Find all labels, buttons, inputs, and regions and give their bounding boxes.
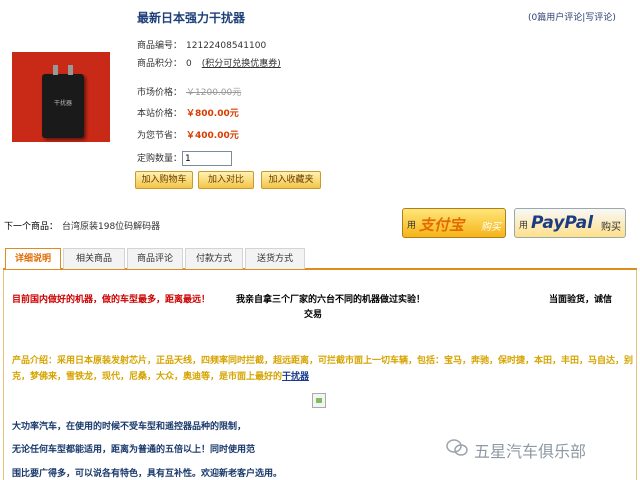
- add-to-favorites-button[interactable]: 加入收藏夹: [261, 171, 321, 189]
- quantity-row: 定购数量：: [137, 151, 233, 166]
- points-value: 0: [186, 59, 192, 69]
- product-code-label: 商品编号：: [137, 41, 183, 51]
- next-product-link[interactable]: 台湾原装198位码解码器: [62, 219, 160, 232]
- savings-label: 为您节省：: [137, 131, 183, 141]
- tab-details[interactable]: 详细说明: [5, 248, 61, 269]
- product-code-value: 12122408541100: [186, 41, 267, 51]
- review-links: (0篇用户评论|写评论): [528, 10, 616, 23]
- quantity-label: 定购数量：: [137, 154, 183, 164]
- alipay-prefix: 用: [407, 221, 417, 231]
- headline-trade: 交易: [304, 310, 323, 320]
- wechat-icon: [446, 439, 468, 457]
- points-coupon-link[interactable]: (积分可兑换优惠券): [202, 59, 281, 69]
- market-price-label: 市场价格：: [137, 88, 183, 98]
- add-to-compare-button[interactable]: 加入对比: [198, 171, 254, 189]
- plug-prong: [68, 65, 73, 75]
- tab-related-products[interactable]: 相关商品: [63, 248, 125, 269]
- tab-reviews[interactable]: 商品评论: [127, 248, 183, 269]
- site-price-value: ￥800.00元: [186, 109, 239, 119]
- alipay-buy-button[interactable]: 用 支付宝 购买: [402, 208, 506, 238]
- add-to-cart-button[interactable]: 加入购物车: [135, 171, 193, 189]
- product-intro: 产品介绍：采用日本原装发射芯片，正品天线，四频率同时拦截，超远距离，可拦截市面上…: [12, 353, 636, 385]
- tab-shipping[interactable]: 送货方式: [245, 248, 305, 269]
- watermark: 五星汽车俱乐部: [446, 436, 636, 462]
- site-price-label: 本站价格：: [137, 109, 183, 119]
- plug-prong: [53, 65, 58, 75]
- paypal-suffix: 购买: [601, 222, 621, 233]
- quantity-input[interactable]: [182, 151, 233, 166]
- write-review-link[interactable]: 写评论: [585, 13, 612, 23]
- site-price-row: 本站价格： ￥800.00元: [137, 106, 239, 119]
- jammer-link[interactable]: 干扰器: [282, 372, 309, 382]
- headline-experiment: 我亲自拿三个厂家的六台不同的机器做过实验！: [236, 295, 426, 305]
- alipay-suffix: 购买: [481, 222, 501, 233]
- next-product-label: 下一个商品：: [4, 222, 59, 232]
- jammer-device: 干扰器: [42, 65, 84, 138]
- paren-close: ): [612, 13, 616, 23]
- detail-tabs: 详细说明 相关商品 商品评论 付款方式 送货方式: [3, 248, 637, 270]
- product-code-row: 商品编号： 12122408541100: [137, 38, 266, 51]
- product-title: 最新日本强力干扰器: [137, 11, 246, 25]
- paypal-prefix: 用: [519, 221, 529, 231]
- paypal-logo: PayPal: [531, 213, 594, 233]
- description-line-1: 大功率汽车，在使用的时候不受车型和遥控器品种的限制，: [12, 422, 247, 432]
- headline: 目前国内做好的机器，做的车型最多，距离最远！: [12, 295, 211, 305]
- device-label: 干扰器: [53, 100, 72, 107]
- description-line-2: 无论任何车型都能适用，距离为普通的五倍以上！同时使用范: [12, 445, 256, 455]
- watermark-text: 五星汽车俱乐部: [474, 442, 587, 461]
- savings-value: ￥400.00元: [186, 131, 239, 141]
- market-price-value: ￥1200.00元: [186, 88, 242, 98]
- savings-row: 为您节省： ￥400.00元: [137, 128, 239, 141]
- product-intro-text: 产品介绍：采用日本原装发射芯片，正品天线，四频率同时拦截，超远距离，可拦截市面上…: [12, 356, 634, 382]
- product-image: 干扰器: [12, 52, 110, 142]
- alipay-logo: 支付宝: [419, 216, 465, 234]
- headline-aside: 当面验货，诚信: [549, 295, 613, 305]
- paypal-buy-button[interactable]: 用 PayPal 购买: [514, 208, 626, 238]
- market-price-row: 市场价格： ￥1200.00元: [137, 85, 241, 98]
- view-reviews-link[interactable]: 0篇用户评论: [532, 13, 583, 23]
- tab-payment[interactable]: 付款方式: [185, 248, 243, 269]
- product-points-row: 商品积分： 0 (积分可兑换优惠券): [137, 56, 281, 69]
- points-label: 商品积分：: [137, 59, 183, 69]
- description-line-3: 围比要广得多，可以说各有特色，具有互补性。欢迎新老客户选用。: [12, 469, 283, 479]
- broken-image-icon: [312, 393, 326, 408]
